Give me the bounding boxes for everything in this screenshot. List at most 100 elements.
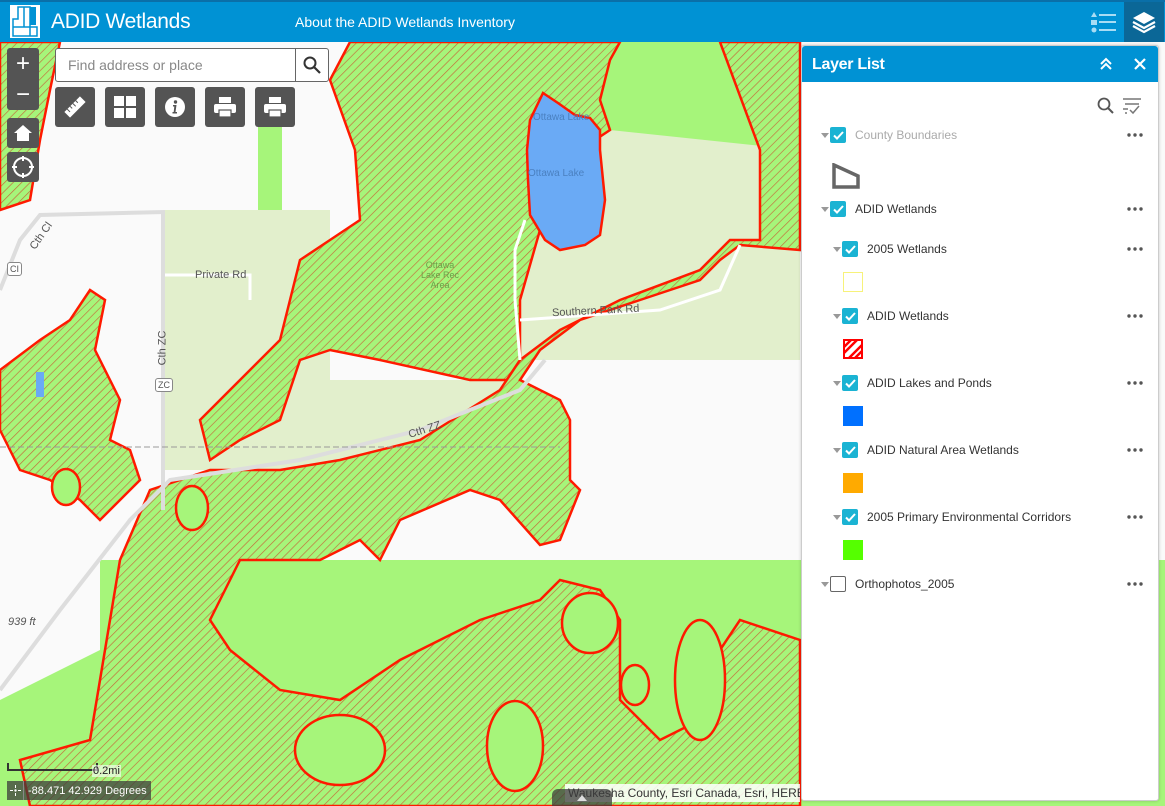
printer-icon bbox=[264, 97, 286, 118]
check-icon bbox=[844, 311, 856, 321]
layer-name[interactable]: ADID Wetlands bbox=[855, 202, 937, 216]
label-ottawa-lake-small: Ottawa Lake bbox=[533, 112, 590, 123]
shield-cl: CI bbox=[7, 262, 22, 276]
expand-caret-icon[interactable] bbox=[832, 440, 842, 460]
search-widget bbox=[55, 48, 329, 82]
info-icon bbox=[165, 97, 185, 117]
caret-up-icon bbox=[577, 794, 587, 801]
layer-name[interactable]: ADID Natural Area Wetlands bbox=[867, 443, 1019, 457]
ruler-icon bbox=[64, 96, 86, 118]
attribution-toggle[interactable] bbox=[552, 789, 612, 806]
expand-caret-icon[interactable] bbox=[820, 199, 830, 219]
legend-swatch bbox=[843, 406, 863, 426]
legend-swatch bbox=[843, 339, 863, 359]
layer-visibility-checkbox[interactable] bbox=[842, 308, 858, 324]
layer-more-options-button[interactable] bbox=[1125, 507, 1145, 527]
layer-name[interactable]: ADID Wetlands bbox=[867, 309, 949, 323]
layer-visibility-checkbox[interactable] bbox=[842, 241, 858, 257]
close-icon bbox=[1134, 58, 1146, 70]
label-private-rd: Private Rd bbox=[195, 269, 247, 281]
about-link[interactable]: About the ADID Wetlands Inventory bbox=[295, 14, 515, 30]
legend-button[interactable] bbox=[1084, 2, 1124, 42]
panel-title: Layer List bbox=[812, 56, 885, 73]
printer-icon bbox=[214, 97, 236, 118]
search-button[interactable] bbox=[295, 49, 328, 81]
layer-visibility-checkbox[interactable] bbox=[842, 509, 858, 525]
locate-button[interactable] bbox=[7, 152, 39, 182]
close-panel-button[interactable] bbox=[1130, 54, 1150, 74]
collapse-panel-button[interactable] bbox=[1096, 54, 1116, 74]
layer-options-button[interactable] bbox=[1122, 96, 1142, 116]
check-icon bbox=[844, 445, 856, 455]
panel-toolbar bbox=[1096, 96, 1142, 116]
layer-name[interactable]: ADID Lakes and Ponds bbox=[867, 376, 992, 390]
legend-polygon-outline-icon bbox=[832, 162, 860, 189]
layer-more-options-button[interactable] bbox=[1125, 440, 1145, 460]
layer-more-options-button[interactable] bbox=[1125, 574, 1145, 594]
ellipsis-icon bbox=[1127, 448, 1143, 452]
basemap-gallery-button[interactable] bbox=[105, 87, 145, 127]
layer-row: ADID Lakes and Ponds bbox=[832, 373, 1142, 393]
expand-caret-icon[interactable] bbox=[832, 239, 842, 259]
layer-row: 2005 Wetlands bbox=[832, 239, 1142, 259]
layer-more-options-button[interactable] bbox=[1125, 199, 1145, 219]
zoom-control: + − bbox=[7, 48, 39, 110]
search-input[interactable] bbox=[56, 49, 296, 81]
layer-more-options-button[interactable] bbox=[1125, 306, 1145, 326]
home-button[interactable] bbox=[7, 118, 39, 148]
expand-caret-icon[interactable] bbox=[820, 574, 830, 594]
shield-zc: ZC bbox=[155, 378, 173, 392]
coordinate-readout[interactable]: -88.471 42.929 Degrees bbox=[7, 781, 151, 800]
layer-more-options-button[interactable] bbox=[1125, 125, 1145, 145]
layer-more-options-button[interactable] bbox=[1125, 239, 1145, 259]
grid-icon bbox=[114, 96, 136, 118]
filter-list-icon bbox=[1123, 98, 1141, 115]
zoom-in-button[interactable]: + bbox=[7, 48, 39, 79]
ellipsis-icon bbox=[1127, 133, 1143, 137]
app-logo-icon bbox=[10, 5, 40, 38]
ellipsis-icon bbox=[1127, 515, 1143, 519]
print-button-2[interactable] bbox=[255, 87, 295, 127]
layer-visibility-checkbox[interactable] bbox=[830, 127, 846, 143]
ellipsis-icon bbox=[1127, 582, 1143, 586]
print-button[interactable] bbox=[205, 87, 245, 127]
layers-stack-icon bbox=[1132, 12, 1156, 34]
ellipsis-icon bbox=[1127, 381, 1143, 385]
layer-name[interactable]: County Boundaries bbox=[855, 128, 957, 142]
layer-row: County Boundaries bbox=[820, 125, 1142, 145]
layer-name[interactable]: Orthophotos_2005 bbox=[855, 577, 954, 591]
expand-caret-icon[interactable] bbox=[832, 306, 842, 326]
check-icon bbox=[844, 512, 856, 522]
search-layers-button[interactable] bbox=[1096, 96, 1116, 116]
about-button[interactable] bbox=[155, 87, 195, 127]
layer-visibility-checkbox[interactable] bbox=[830, 201, 846, 217]
expand-caret-icon[interactable] bbox=[832, 507, 842, 527]
layer-name[interactable]: 2005 Primary Environmental Corridors bbox=[867, 510, 1071, 524]
check-icon bbox=[832, 130, 844, 140]
layer-list-panel: Layer List County Boundaries ADID Wetland… bbox=[801, 45, 1159, 801]
check-icon bbox=[844, 244, 856, 254]
legend-swatch bbox=[843, 540, 863, 560]
crosshair-icon bbox=[12, 156, 34, 178]
layer-visibility-checkbox[interactable] bbox=[830, 576, 846, 592]
layer-list-button[interactable] bbox=[1124, 2, 1164, 42]
label-elevation: 939 ft bbox=[8, 616, 36, 628]
layer-row: ADID Wetlands bbox=[832, 306, 1142, 326]
coordinates-text: -88.471 42.929 Degrees bbox=[28, 784, 147, 797]
layer-visibility-checkbox[interactable] bbox=[842, 375, 858, 391]
layer-name[interactable]: 2005 Wetlands bbox=[867, 242, 947, 256]
app-header: ADID Wetlands About the ADID Wetlands In… bbox=[0, 0, 1165, 42]
layer-visibility-checkbox[interactable] bbox=[842, 442, 858, 458]
label-ottawa-lake: Ottawa Lake bbox=[528, 168, 585, 179]
ellipsis-icon bbox=[1127, 314, 1143, 318]
expand-caret-icon[interactable] bbox=[820, 125, 830, 145]
layer-more-options-button[interactable] bbox=[1125, 373, 1145, 393]
label-rec-area: Ottawa Lake Rec Area bbox=[420, 260, 460, 290]
zoom-out-button[interactable]: − bbox=[7, 79, 39, 110]
layer-row: Orthophotos_2005 bbox=[820, 574, 1142, 594]
home-icon bbox=[14, 125, 32, 141]
expand-caret-icon[interactable] bbox=[832, 373, 842, 393]
crosshair-small-icon[interactable] bbox=[7, 781, 24, 800]
measure-button[interactable] bbox=[55, 87, 95, 127]
scalebar bbox=[7, 763, 98, 771]
